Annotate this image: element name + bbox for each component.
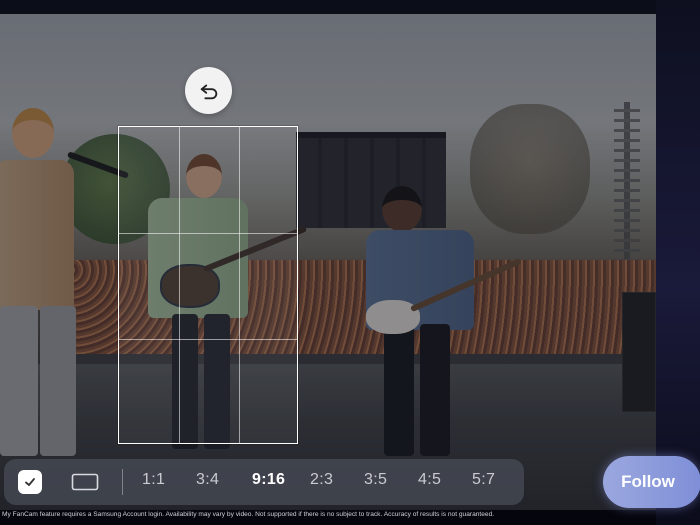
ratio-1-1[interactable]: 1:1 — [142, 471, 165, 489]
follow-button[interactable]: Follow — [603, 456, 700, 508]
amplifier-image — [622, 292, 656, 412]
rectangle-frame-icon — [71, 473, 99, 491]
ratio-2-3[interactable]: 2:3 — [310, 471, 333, 489]
undo-button[interactable] — [185, 67, 232, 114]
toolbar-divider — [122, 469, 123, 495]
crop-grid-line — [179, 127, 180, 443]
device-bezel-top — [0, 0, 700, 14]
ratio-9-16[interactable]: 9:16 — [252, 471, 285, 489]
frame-mode-button[interactable] — [70, 471, 100, 493]
aspect-ratio-toolbar: 1:1 3:4 9:16 2:3 3:5 4:5 5:7 — [4, 459, 524, 505]
ratio-4-5[interactable]: 4:5 — [418, 471, 441, 489]
disclaimer-text: My FanCam feature requires a Samsung Acc… — [2, 511, 495, 518]
crop-frame[interactable] — [118, 126, 298, 444]
crop-grid-line — [119, 233, 297, 234]
ratio-3-5[interactable]: 3:5 — [364, 471, 387, 489]
video-preview[interactable] — [0, 14, 656, 510]
crop-grid-line — [119, 339, 297, 340]
concert-scene-image — [0, 14, 656, 510]
device-bezel-right — [656, 0, 700, 525]
checkbox-checked-icon — [25, 478, 35, 486]
ratio-5-7[interactable]: 5:7 — [472, 471, 495, 489]
auto-select-toggle[interactable] — [18, 470, 42, 494]
crop-grid-line — [239, 127, 240, 443]
undo-icon — [200, 84, 217, 99]
ratio-3-4[interactable]: 3:4 — [196, 471, 219, 489]
